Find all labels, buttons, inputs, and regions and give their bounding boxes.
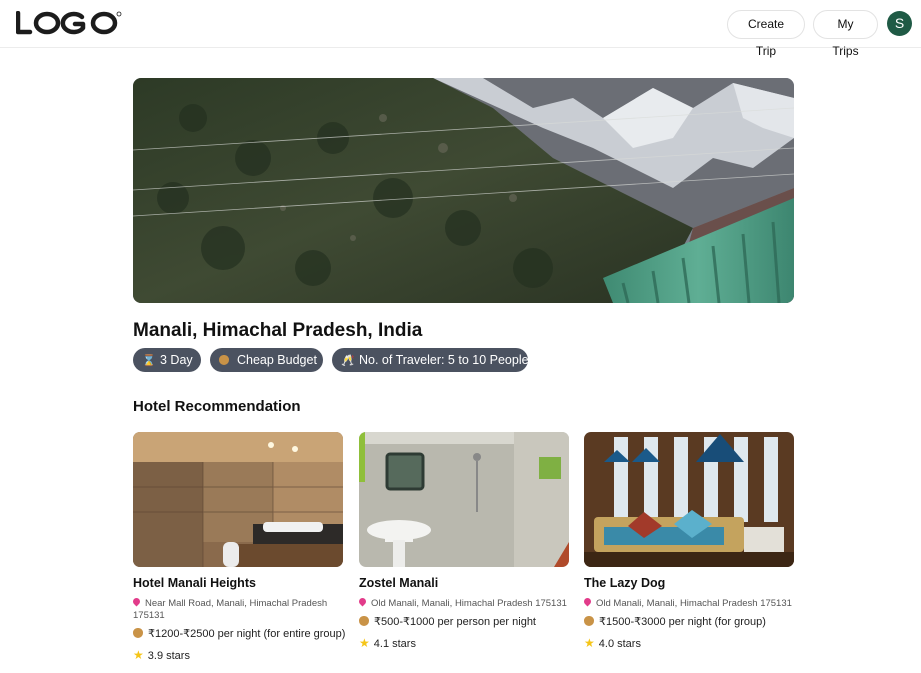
money-bag-icon [584,616,594,626]
hotel-rating: ★ 3.9 stars [133,648,343,662]
hotel-section-title: Hotel Recommendation [133,398,301,415]
hotel-price: ₹500-₹1000 per person per night [359,615,569,628]
hotel-rating-text: 3.9 stars [147,650,190,662]
hotel-card[interactable]: Zostel Manali Old Manali, Manali, Himach… [357,432,569,650]
duration-chip: ⌛ 3 Day [133,348,201,372]
hotel-address: Near Mall Road, Manali, Himachal Pradesh… [131,596,343,622]
star-icon: ★ [133,648,144,662]
hotel-name: The Lazy Dog [584,576,666,590]
logo-wordmark [15,10,122,35]
duration-label: 3 Day [160,353,193,367]
hourglass-icon: ⌛ [142,355,156,367]
destination-title: Manali, Himachal Pradesh, India [133,320,423,341]
hotel-photo[interactable] [584,432,794,567]
hotel-photo[interactable] [133,432,343,567]
hotel-address-text: Near Mall Road, Manali, Himachal Pradesh… [133,598,328,621]
hotel-price-text: ₹500-₹1000 per person per night [374,616,536,628]
star-icon: ★ [584,636,595,650]
glasses-clink-icon: 🥂 [341,355,355,367]
hotel-address: Old Manali, Manali, Himachal Pradesh 175… [582,596,794,610]
hotel-photo[interactable] [359,432,569,567]
location-pin-icon [357,596,368,607]
money-bag-icon [133,628,143,638]
top-navbar: Create Trip My Trips S [0,0,921,58]
hotel-name: Zostel Manali [359,576,439,590]
budget-label: Cheap Budget [237,353,317,367]
location-pin-icon [582,596,593,607]
hotel-card[interactable]: Hotel Manali Heights Near Mall Road, Man… [131,432,346,662]
hotel-rating-text: 4.1 stars [373,638,416,650]
hotel-rating-text: 4.0 stars [598,638,641,650]
money-bag-icon [359,616,369,626]
hotel-name: Hotel Manali Heights [133,576,256,590]
budget-chip: Cheap Budget [210,348,323,372]
travelers-label: No. of Traveler: 5 to 10 People [359,353,529,367]
my-trips-button[interactable]: My Trips [813,10,878,58]
hotel-card[interactable]: The Lazy Dog Old Manali, Manali, Himacha… [582,432,794,650]
hotel-address-text: Old Manali, Manali, Himachal Pradesh 175… [596,598,792,609]
logo[interactable] [15,10,122,40]
hotel-price: ₹1500-₹3000 per night (for group) [584,615,794,628]
hotel-address-text: Old Manali, Manali, Himachal Pradesh 175… [371,598,567,609]
hotel-price: ₹1200-₹2500 per night (for entire group) [133,627,346,640]
hotel-rating: ★ 4.0 stars [584,636,794,650]
hotel-address: Old Manali, Manali, Himachal Pradesh 175… [357,596,569,610]
destination-hero-image [133,78,794,303]
star-icon: ★ [359,636,370,650]
travelers-chip: 🥂 No. of Traveler: 5 to 10 People [332,348,529,372]
hotel-price-text: ₹1500-₹3000 per night (for group) [599,616,766,628]
hotel-rating: ★ 4.1 stars [359,636,569,650]
location-pin-icon [131,596,142,607]
user-avatar[interactable]: S [887,11,912,36]
create-trip-button[interactable]: Create Trip [727,10,805,58]
money-bag-icon [219,349,233,373]
hotel-price-text: ₹1200-₹2500 per night (for entire group) [148,628,346,640]
